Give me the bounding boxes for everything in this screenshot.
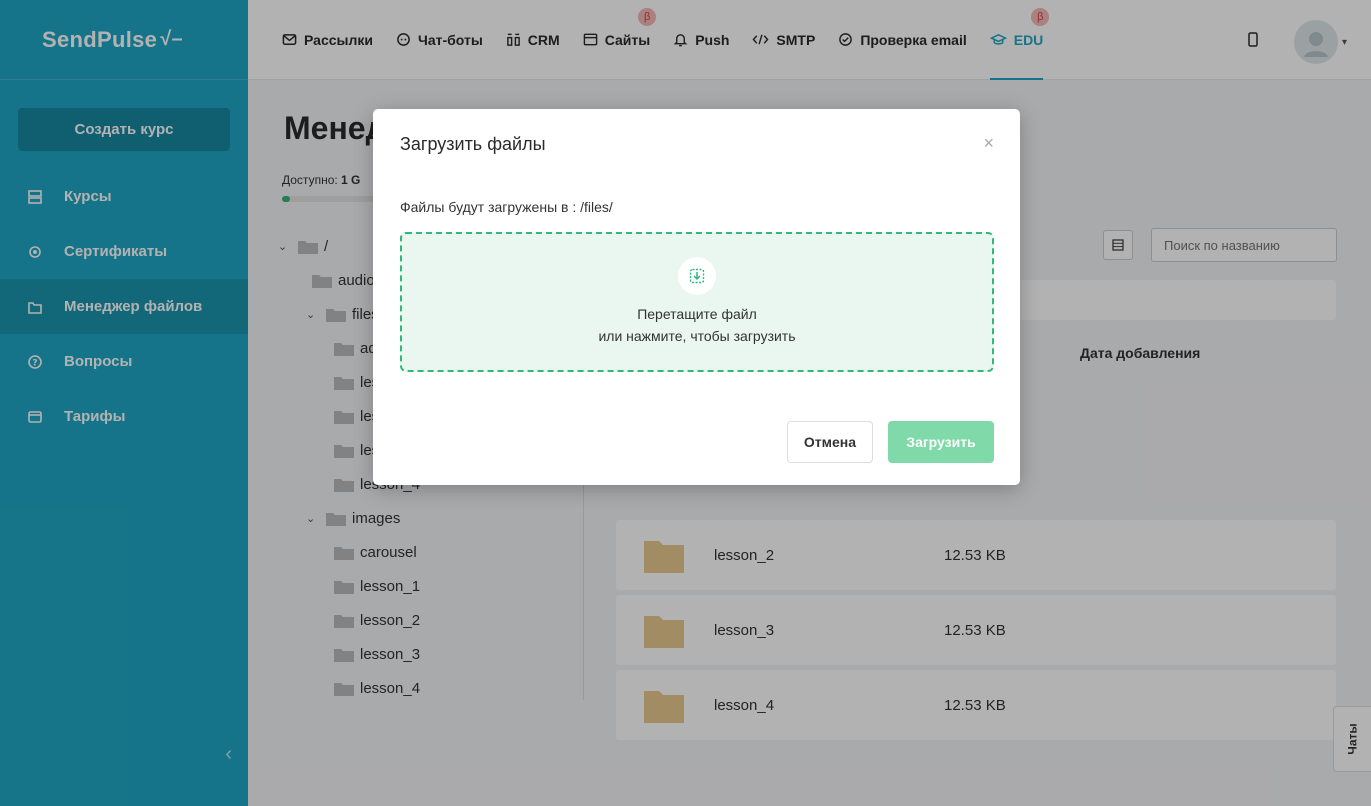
upload-button[interactable]: Загрузить — [888, 421, 994, 463]
cancel-button[interactable]: Отмена — [787, 421, 873, 463]
close-icon[interactable]: × — [983, 133, 994, 154]
dropzone-line-2: или нажмите, чтобы загрузить — [598, 328, 796, 344]
dropzone-text: Перетащите файл или нажмите, чтобы загру… — [598, 303, 795, 347]
file-dropzone[interactable]: Перетащите файл или нажмите, чтобы загру… — [400, 232, 994, 372]
upload-files-modal: Загрузить файлы × Файлы будут загружены … — [373, 109, 1020, 485]
modal-title: Загрузить файлы — [400, 134, 546, 154]
upload-icon — [678, 257, 716, 295]
upload-destination: Файлы будут загружены в : /files/ — [400, 199, 613, 215]
dropzone-line-1: Перетащите файл — [637, 306, 757, 322]
